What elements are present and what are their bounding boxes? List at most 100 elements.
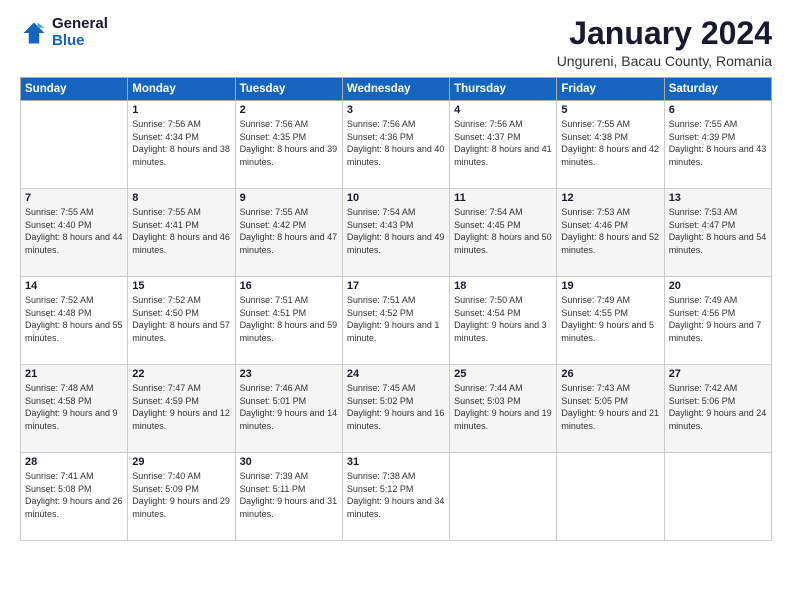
weekday-header-saturday: Saturday xyxy=(664,78,771,101)
cell-info: Sunrise: 7:46 AMSunset: 5:01 PMDaylight:… xyxy=(240,382,338,432)
day-number: 31 xyxy=(347,456,445,468)
day-cell xyxy=(557,453,664,541)
day-number: 22 xyxy=(132,368,230,380)
cell-info: Sunrise: 7:51 AMSunset: 4:52 PMDaylight:… xyxy=(347,294,445,344)
cell-info: Sunrise: 7:49 AMSunset: 4:56 PMDaylight:… xyxy=(669,294,767,344)
weekday-header-wednesday: Wednesday xyxy=(342,78,449,101)
cell-info: Sunrise: 7:54 AMSunset: 4:43 PMDaylight:… xyxy=(347,206,445,256)
cell-info: Sunrise: 7:52 AMSunset: 4:48 PMDaylight:… xyxy=(25,294,123,344)
day-number: 28 xyxy=(25,456,123,468)
day-cell: 7Sunrise: 7:55 AMSunset: 4:40 PMDaylight… xyxy=(21,189,128,277)
day-cell: 18 Sunrise: 7:50 AMSunset: 4:54 PMDayligh… xyxy=(450,277,557,365)
day-cell: 23 Sunrise: 7:46 AMSunset: 5:01 PMDayligh… xyxy=(235,365,342,453)
cell-info: Sunrise: 7:47 AMSunset: 4:59 PMDaylight:… xyxy=(132,382,230,432)
day-cell xyxy=(664,453,771,541)
day-number: 9 xyxy=(240,192,338,204)
day-number: 7 xyxy=(25,192,123,204)
day-number: 24 xyxy=(347,368,445,380)
day-cell: 15Sunrise: 7:52 AMSunset: 4:50 PMDayligh… xyxy=(128,277,235,365)
cell-info: Sunrise: 7:55 AMSunset: 4:39 PMDaylight:… xyxy=(669,118,767,168)
cell-info: Sunrise: 7:42 AMSunset: 5:06 PMDaylight:… xyxy=(669,382,767,432)
day-cell xyxy=(450,453,557,541)
day-number: 1 xyxy=(132,104,230,116)
day-cell: 8 Sunrise: 7:55 AMSunset: 4:41 PMDaylight… xyxy=(128,189,235,277)
day-number: 8 xyxy=(132,192,230,204)
day-number: 4 xyxy=(454,104,552,116)
day-cell: 31 Sunrise: 7:38 AMSunset: 5:12 PMDayligh… xyxy=(342,453,449,541)
week-row-1: 1 Sunrise: 7:56 AMSunset: 4:34 PMDaylight… xyxy=(21,101,772,189)
cell-info: Sunrise: 7:39 AMSunset: 5:11 PMDaylight:… xyxy=(240,470,338,520)
cell-info: Sunrise: 7:38 AMSunset: 5:12 PMDaylight:… xyxy=(347,470,445,520)
cell-info: Sunrise: 7:40 AMSunset: 5:09 PMDaylight:… xyxy=(132,470,230,520)
day-number: 3 xyxy=(347,104,445,116)
day-cell: 24Sunrise: 7:45 AMSunset: 5:02 PMDayligh… xyxy=(342,365,449,453)
day-number: 18 xyxy=(454,280,552,292)
day-number: 21 xyxy=(25,368,123,380)
day-cell: 17 Sunrise: 7:51 AMSunset: 4:52 PMDayligh… xyxy=(342,277,449,365)
day-cell: 11Sunrise: 7:54 AMSunset: 4:45 PMDayligh… xyxy=(450,189,557,277)
weekday-header-tuesday: Tuesday xyxy=(235,78,342,101)
day-cell: 13 Sunrise: 7:53 AMSunset: 4:47 PMDayligh… xyxy=(664,189,771,277)
day-number: 2 xyxy=(240,104,338,116)
day-number: 13 xyxy=(669,192,767,204)
day-number: 12 xyxy=(561,192,659,204)
weekday-header-thursday: Thursday xyxy=(450,78,557,101)
day-cell: 19 Sunrise: 7:49 AMSunset: 4:55 PMDayligh… xyxy=(557,277,664,365)
day-cell: 30 Sunrise: 7:39 AMSunset: 5:11 PMDayligh… xyxy=(235,453,342,541)
cell-info: Sunrise: 7:53 AMSunset: 4:47 PMDaylight:… xyxy=(669,206,767,256)
day-cell: 5Sunrise: 7:55 AMSunset: 4:38 PMDaylight… xyxy=(557,101,664,189)
day-cell: 29Sunrise: 7:40 AMSunset: 5:09 PMDayligh… xyxy=(128,453,235,541)
day-cell: 1 Sunrise: 7:56 AMSunset: 4:34 PMDaylight… xyxy=(128,101,235,189)
cell-info: Sunrise: 7:50 AMSunset: 4:54 PMDaylight:… xyxy=(454,294,552,344)
cell-info: Sunrise: 7:51 AMSunset: 4:51 PMDaylight:… xyxy=(240,294,338,344)
cell-info: Sunrise: 7:49 AMSunset: 4:55 PMDaylight:… xyxy=(561,294,659,344)
cell-info: Sunrise: 7:43 AMSunset: 5:05 PMDaylight:… xyxy=(561,382,659,432)
day-cell: 6Sunrise: 7:55 AMSunset: 4:39 PMDaylight… xyxy=(664,101,771,189)
cell-info: Sunrise: 7:44 AMSunset: 5:03 PMDaylight:… xyxy=(454,382,552,432)
day-number: 5 xyxy=(561,104,659,116)
day-cell: 12 Sunrise: 7:53 AMSunset: 4:46 PMDayligh… xyxy=(557,189,664,277)
day-cell: 20 Sunrise: 7:49 AMSunset: 4:56 PMDayligh… xyxy=(664,277,771,365)
day-cell: 3Sunrise: 7:56 AMSunset: 4:36 PMDaylight… xyxy=(342,101,449,189)
day-number: 20 xyxy=(669,280,767,292)
cell-info: Sunrise: 7:52 AMSunset: 4:50 PMDaylight:… xyxy=(132,294,230,344)
cell-info: Sunrise: 7:56 AMSunset: 4:35 PMDaylight:… xyxy=(240,118,338,168)
day-number: 14 xyxy=(25,280,123,292)
weekday-header-row: SundayMondayTuesdayWednesdayThursdayFrid… xyxy=(21,78,772,101)
day-cell: 9Sunrise: 7:55 AMSunset: 4:42 PMDaylight… xyxy=(235,189,342,277)
cell-info: Sunrise: 7:56 AMSunset: 4:37 PMDaylight:… xyxy=(454,118,552,168)
day-cell: 2 Sunrise: 7:56 AMSunset: 4:35 PMDaylight… xyxy=(235,101,342,189)
weekday-header-monday: Monday xyxy=(128,78,235,101)
logo: General Blue xyxy=(20,16,108,49)
day-cell: 4 Sunrise: 7:56 AMSunset: 4:37 PMDaylight… xyxy=(450,101,557,189)
calendar-subtitle: Ungureni, Bacau County, Romania xyxy=(557,53,772,69)
week-row-5: 28 Sunrise: 7:41 AMSunset: 5:08 PMDayligh… xyxy=(21,453,772,541)
cell-info: Sunrise: 7:48 AMSunset: 4:58 PMDaylight:… xyxy=(25,382,123,432)
calendar-container: General Blue January 2024 Ungureni, Baca… xyxy=(0,0,792,612)
cell-info: Sunrise: 7:55 AMSunset: 4:41 PMDaylight:… xyxy=(132,206,230,256)
calendar-table: SundayMondayTuesdayWednesdayThursdayFrid… xyxy=(20,77,772,541)
day-number: 19 xyxy=(561,280,659,292)
day-number: 16 xyxy=(240,280,338,292)
weekday-header-friday: Friday xyxy=(557,78,664,101)
day-number: 17 xyxy=(347,280,445,292)
cell-info: Sunrise: 7:53 AMSunset: 4:46 PMDaylight:… xyxy=(561,206,659,256)
day-number: 30 xyxy=(240,456,338,468)
logo-text: General Blue xyxy=(52,16,108,49)
logo-blue: Blue xyxy=(52,33,108,50)
day-cell: 26 Sunrise: 7:43 AMSunset: 5:05 PMDayligh… xyxy=(557,365,664,453)
header: General Blue January 2024 Ungureni, Baca… xyxy=(20,16,772,69)
week-row-2: 7Sunrise: 7:55 AMSunset: 4:40 PMDaylight… xyxy=(21,189,772,277)
day-cell: 22 Sunrise: 7:47 AMSunset: 4:59 PMDayligh… xyxy=(128,365,235,453)
day-number: 27 xyxy=(669,368,767,380)
day-cell: 27 Sunrise: 7:42 AMSunset: 5:06 PMDayligh… xyxy=(664,365,771,453)
day-cell xyxy=(21,101,128,189)
cell-info: Sunrise: 7:41 AMSunset: 5:08 PMDaylight:… xyxy=(25,470,123,520)
cell-info: Sunrise: 7:56 AMSunset: 4:34 PMDaylight:… xyxy=(132,118,230,168)
day-number: 23 xyxy=(240,368,338,380)
calendar-title: January 2024 xyxy=(557,16,772,51)
cell-info: Sunrise: 7:54 AMSunset: 4:45 PMDaylight:… xyxy=(454,206,552,256)
day-number: 26 xyxy=(561,368,659,380)
day-cell: 28 Sunrise: 7:41 AMSunset: 5:08 PMDayligh… xyxy=(21,453,128,541)
day-cell: 21 Sunrise: 7:48 AMSunset: 4:58 PMDayligh… xyxy=(21,365,128,453)
